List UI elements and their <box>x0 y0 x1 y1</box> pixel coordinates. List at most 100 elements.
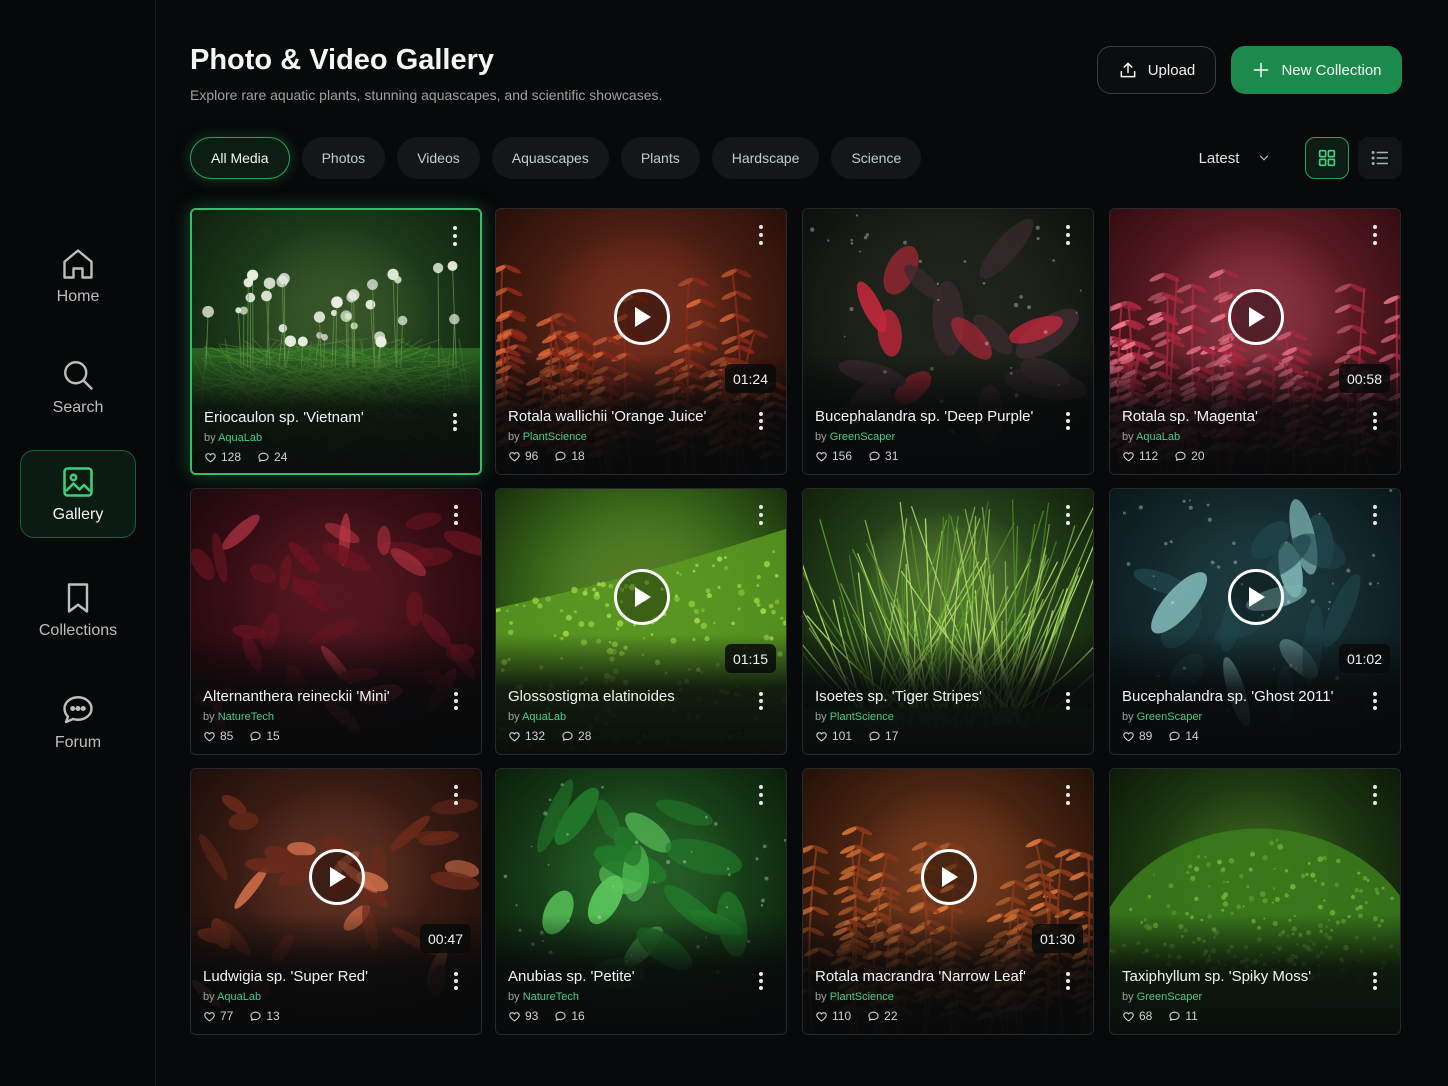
comment-icon[interactable] <box>868 730 881 743</box>
comment-icon[interactable] <box>561 730 574 743</box>
play-button[interactable] <box>614 569 670 625</box>
card-menu-top-button[interactable] <box>758 505 764 525</box>
card-author-line: by NatureTech <box>508 991 579 1003</box>
card-menu-top-button[interactable] <box>1372 505 1378 525</box>
comment-icon[interactable] <box>868 450 881 463</box>
card-menu-top-button[interactable] <box>453 785 459 805</box>
card-menu-button[interactable] <box>1065 692 1071 710</box>
media-card[interactable]: 01:15 Glossostigma elatinoides by AquaLab… <box>495 488 787 755</box>
comment-icon[interactable] <box>1168 730 1181 743</box>
play-button[interactable] <box>1228 569 1284 625</box>
card-menu-button[interactable] <box>1372 972 1378 990</box>
heart-icon[interactable] <box>508 730 521 743</box>
filter-chip-aquascapes[interactable]: Aquascapes <box>491 137 609 179</box>
card-menu-button[interactable] <box>1065 412 1071 430</box>
card-author-link[interactable]: AquaLab <box>218 432 262 444</box>
filter-chip-science[interactable]: Science <box>831 137 922 179</box>
filter-chip-videos[interactable]: Videos <box>397 137 480 179</box>
heart-icon[interactable] <box>203 1010 216 1023</box>
comment-icon[interactable] <box>554 1010 567 1023</box>
media-card[interactable]: 01:24 Rotala wallichii 'Orange Juice' by … <box>495 208 787 475</box>
nav-collections[interactable]: Collections <box>20 566 136 654</box>
media-card[interactable]: Isoetes sp. 'Tiger Stripes' by PlantScie… <box>802 488 1094 755</box>
card-menu-top-button[interactable] <box>1065 785 1071 805</box>
media-card[interactable]: Bucephalandra sp. 'Deep Purple' by Green… <box>802 208 1094 475</box>
card-menu-top-button[interactable] <box>1372 785 1378 805</box>
card-author-link[interactable]: PlantScience <box>830 991 894 1003</box>
media-card[interactable]: 00:58 Rotala sp. 'Magenta' by AquaLab 112… <box>1109 208 1401 475</box>
play-button[interactable] <box>1228 289 1284 345</box>
card-menu-button[interactable] <box>453 972 459 990</box>
card-author-link[interactable]: GreenScaper <box>1137 991 1202 1003</box>
card-author-link[interactable]: AquaLab <box>217 991 261 1003</box>
play-button[interactable] <box>921 849 977 905</box>
card-menu-button[interactable] <box>452 413 458 431</box>
card-author-link[interactable]: PlantScience <box>830 711 894 723</box>
media-card[interactable]: 01:30 Rotala macrandra 'Narrow Leaf' by P… <box>802 768 1094 1035</box>
card-menu-top-button[interactable] <box>452 226 458 246</box>
filter-chip-photos[interactable]: Photos <box>301 137 386 179</box>
card-menu-top-button[interactable] <box>758 785 764 805</box>
card-menu-button[interactable] <box>453 692 459 710</box>
upload-button[interactable]: Upload <box>1097 46 1216 94</box>
card-menu-button[interactable] <box>758 412 764 430</box>
card-by-label: by <box>203 711 215 723</box>
card-author-link[interactable]: NatureTech <box>523 991 579 1003</box>
heart-icon[interactable] <box>204 451 217 464</box>
heart-icon[interactable] <box>815 730 828 743</box>
list-view-button[interactable] <box>1358 137 1402 179</box>
comment-icon[interactable] <box>249 1010 262 1023</box>
card-author-link[interactable]: NatureTech <box>218 711 274 723</box>
new-collection-button[interactable]: New Collection <box>1231 46 1402 94</box>
nav-forum[interactable]: Forum <box>20 678 136 766</box>
card-menu-button[interactable] <box>1372 412 1378 430</box>
media-card[interactable]: Alternanthera reineckii 'Mini' by Nature… <box>190 488 482 755</box>
card-author-link[interactable]: GreenScaper <box>830 431 895 443</box>
card-menu-button[interactable] <box>758 692 764 710</box>
card-menu-button[interactable] <box>758 972 764 990</box>
media-card[interactable]: Eriocaulon sp. 'Vietnam' by AquaLab 128 … <box>190 208 482 475</box>
card-menu-top-button[interactable] <box>758 225 764 245</box>
play-icon <box>1249 587 1265 607</box>
play-button[interactable] <box>614 289 670 345</box>
comment-icon[interactable] <box>249 730 262 743</box>
heart-icon[interactable] <box>1122 1010 1135 1023</box>
heart-icon[interactable] <box>815 450 828 463</box>
filter-chip-all-media[interactable]: All Media <box>190 137 290 179</box>
filter-chip-hardscape[interactable]: Hardscape <box>711 137 820 179</box>
heart-icon[interactable] <box>508 1010 521 1023</box>
card-menu-top-button[interactable] <box>453 505 459 525</box>
card-author-link[interactable]: GreenScaper <box>1137 711 1202 723</box>
play-button[interactable] <box>309 849 365 905</box>
heart-icon[interactable] <box>508 450 521 463</box>
comment-icon[interactable] <box>1174 450 1187 463</box>
nav-gallery[interactable]: Gallery <box>20 450 136 538</box>
card-author-link[interactable]: PlantScience <box>523 431 587 443</box>
card-menu-top-button[interactable] <box>1065 225 1071 245</box>
comment-icon[interactable] <box>867 1010 880 1023</box>
comment-icon[interactable] <box>1168 1010 1181 1023</box>
card-author-link[interactable]: AquaLab <box>522 711 566 723</box>
nav-search[interactable]: Search <box>20 343 136 431</box>
heart-icon[interactable] <box>1122 450 1135 463</box>
grid-view-button[interactable] <box>1305 137 1349 179</box>
nav-home[interactable]: Home <box>20 232 136 320</box>
media-card[interactable]: 01:02 Bucephalandra sp. 'Ghost 2011' by G… <box>1109 488 1401 755</box>
heart-icon[interactable] <box>1122 730 1135 743</box>
comment-icon[interactable] <box>554 450 567 463</box>
card-menu-top-button[interactable] <box>1372 225 1378 245</box>
card-author-link[interactable]: AquaLab <box>1136 431 1180 443</box>
media-card[interactable]: Taxiphyllum sp. 'Spiky Moss' by GreenSca… <box>1109 768 1401 1035</box>
sort-dropdown[interactable]: Latest <box>1182 137 1288 179</box>
card-title: Rotala sp. 'Magenta' <box>1122 408 1258 425</box>
card-menu-button[interactable] <box>1372 692 1378 710</box>
card-stats: 156 31 <box>815 449 898 463</box>
filter-chip-plants[interactable]: Plants <box>620 137 700 179</box>
media-card[interactable]: Anubias sp. 'Petite' by NatureTech 93 16 <box>495 768 787 1035</box>
heart-icon[interactable] <box>203 730 216 743</box>
card-menu-top-button[interactable] <box>1065 505 1071 525</box>
media-card[interactable]: 00:47 Ludwigia sp. 'Super Red' by AquaLab… <box>190 768 482 1035</box>
card-menu-button[interactable] <box>1065 972 1071 990</box>
heart-icon[interactable] <box>815 1010 828 1023</box>
comment-icon[interactable] <box>257 451 270 464</box>
